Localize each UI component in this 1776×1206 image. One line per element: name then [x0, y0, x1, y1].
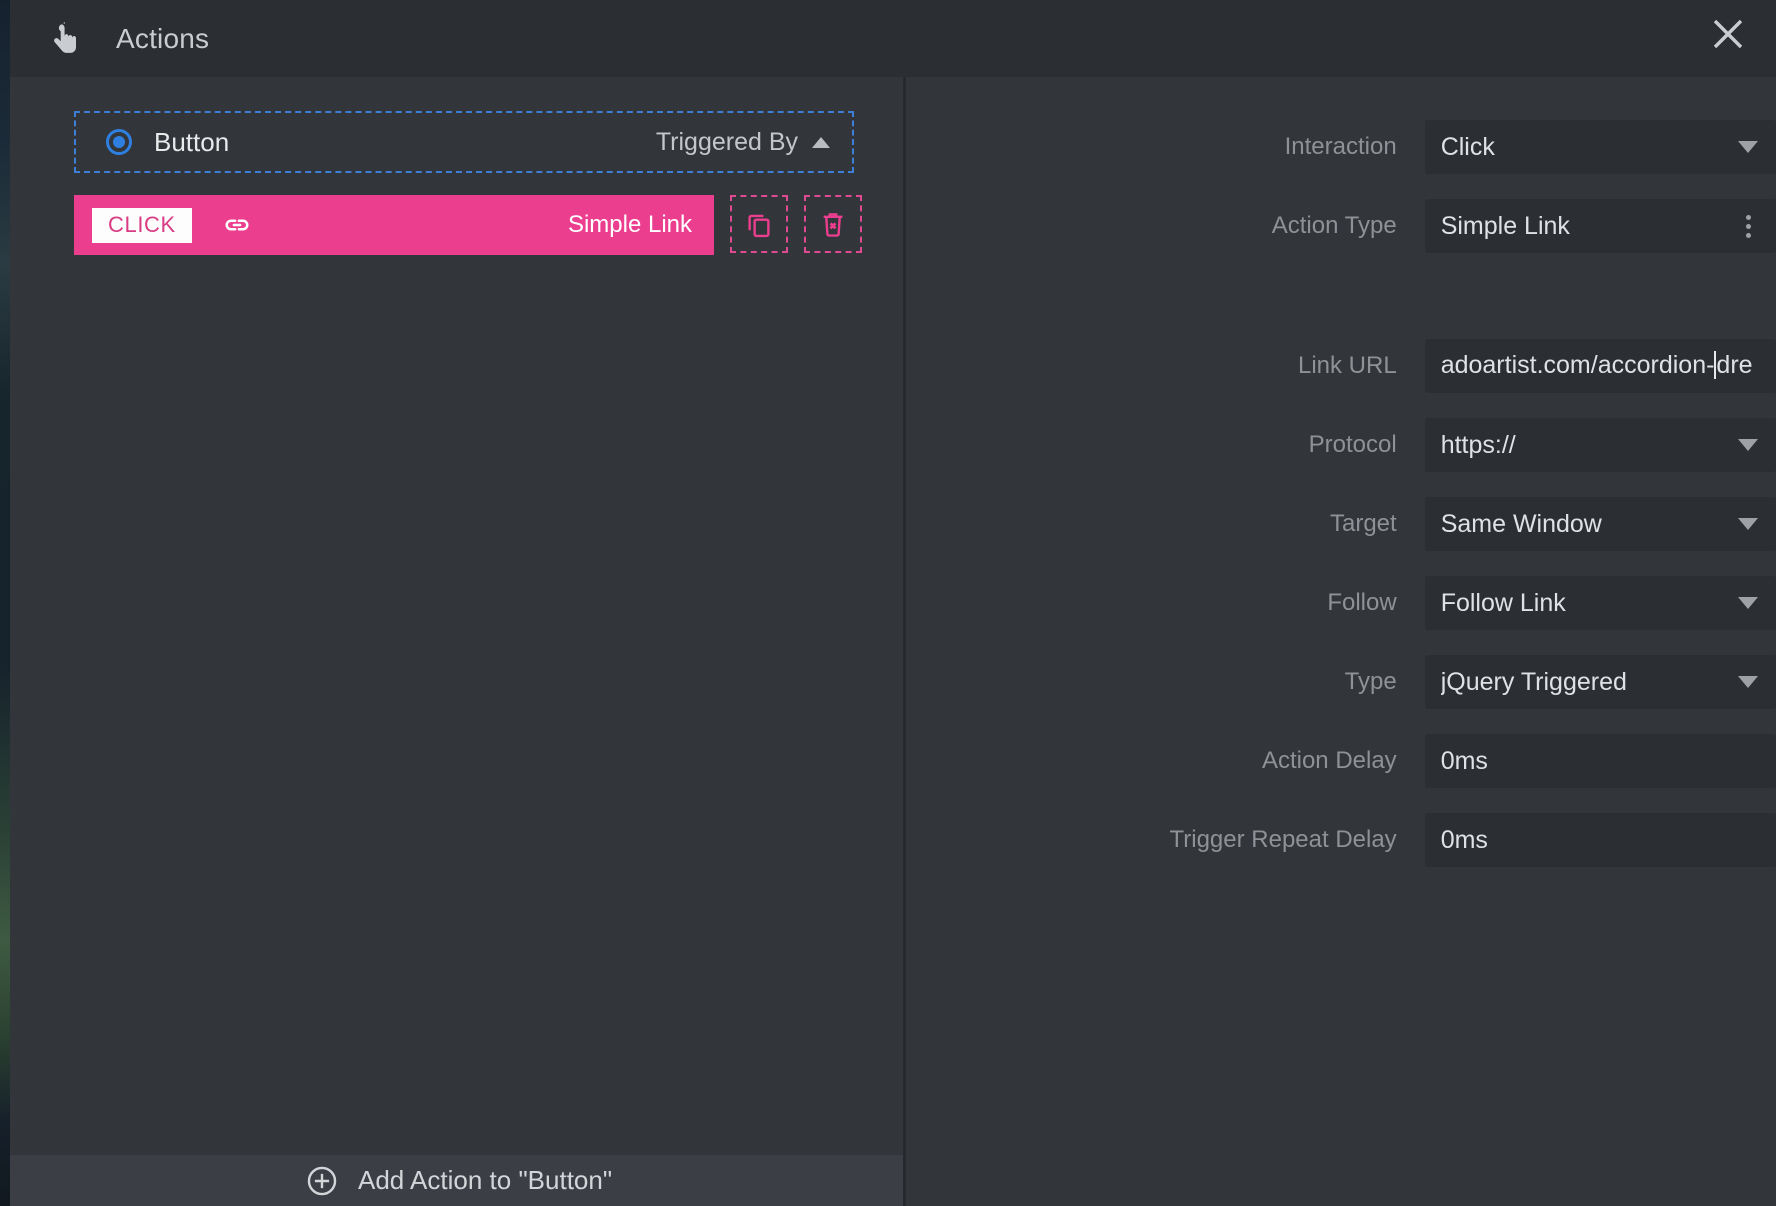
action-type-select[interactable]: Simple Link — [1424, 199, 1776, 253]
action-row[interactable]: CLICK Simple Link — [74, 195, 714, 255]
kebab-menu-icon[interactable] — [1720, 199, 1776, 253]
field-row-target: Target Same Window — [906, 497, 1776, 551]
field-row-type: Type jQuery Triggered — [906, 655, 1776, 709]
link-url-value: adoartist.com/accordion-dre — [1440, 350, 1753, 381]
field-row-protocol: Protocol https:// — [906, 418, 1776, 472]
interaction-select[interactable]: Click — [1424, 120, 1776, 174]
chevron-down-icon[interactable] — [1720, 418, 1776, 472]
field-row-interaction: Interaction Click — [906, 120, 1776, 174]
action-type-value: Simple Link — [1440, 211, 1570, 240]
trigger-repeat-delay-input[interactable]: 0ms — [1424, 813, 1776, 867]
field-row-follow: Follow Follow Link — [906, 576, 1776, 630]
action-settings-pane: Interaction Click Action Type Simple Lin… — [906, 77, 1776, 1206]
chevron-down-icon[interactable] — [1720, 576, 1776, 630]
field-label-trigger-repeat-delay: Trigger Repeat Delay — [1169, 826, 1397, 853]
field-label-type: Type — [1344, 668, 1397, 695]
modal-header: Actions — [10, 0, 1776, 77]
triggered-by-label: Triggered By — [655, 127, 798, 156]
copy-icon[interactable] — [730, 195, 788, 253]
triggered-by-toggle[interactable]: Triggered By — [656, 128, 830, 157]
field-row-trigger-repeat-delay: Trigger Repeat Delay 0ms — [906, 813, 1776, 867]
type-value: jQuery Triggered — [1440, 667, 1627, 696]
action-type-tag: Simple Link — [567, 211, 692, 238]
trigger-group-button[interactable]: Button Triggered By — [74, 111, 854, 173]
link-url-input[interactable]: adoartist.com/accordion-dre — [1424, 339, 1776, 393]
tap-hand-icon — [48, 19, 82, 59]
radio-selected-icon[interactable] — [106, 129, 132, 155]
trigger-repeat-delay-value: 0ms — [1440, 825, 1488, 854]
caret-up-icon — [812, 136, 830, 148]
add-action-button[interactable]: Add Action to "Button" — [10, 1155, 903, 1206]
trash-delete-icon[interactable] — [804, 195, 862, 253]
field-label-target: Target — [1329, 510, 1397, 537]
page-background-sliver — [0, 0, 10, 1206]
actions-list-pane: Button Triggered By CLICK Simple Link Ad… — [10, 77, 903, 1206]
interaction-badge: CLICK — [92, 207, 192, 243]
add-action-label: Add Action to "Button" — [358, 1165, 613, 1195]
link-icon — [222, 210, 252, 240]
field-row-link-url: Link URL adoartist.com/accordion-dre — [906, 339, 1776, 393]
close-icon[interactable] — [1698, 4, 1758, 64]
field-row-action-type: Action Type Simple Link — [906, 199, 1776, 253]
field-label-link-url: Link URL — [1297, 352, 1397, 379]
field-label-follow: Follow — [1327, 589, 1397, 616]
field-row-action-delay: Action Delay 0ms — [906, 734, 1776, 788]
follow-value: Follow Link — [1440, 588, 1566, 617]
protocol-select[interactable]: https:// — [1424, 418, 1776, 472]
field-label-interaction: Interaction — [1284, 133, 1397, 160]
follow-select[interactable]: Follow Link — [1424, 576, 1776, 630]
type-select[interactable]: jQuery Triggered — [1424, 655, 1776, 709]
actions-modal: Actions Button Triggered By CLICK Simple… — [10, 0, 1776, 1206]
target-select[interactable]: Same Window — [1424, 497, 1776, 551]
field-label-action-type: Action Type — [1271, 212, 1397, 239]
trigger-group-label: Button — [154, 126, 230, 157]
chevron-down-icon[interactable] — [1720, 120, 1776, 174]
link-url-text-tail: dre — [1716, 350, 1753, 379]
plus-circle-icon — [304, 1163, 340, 1199]
field-label-protocol: Protocol — [1308, 431, 1397, 458]
action-delay-input[interactable]: 0ms — [1424, 734, 1776, 788]
modal-body: Button Triggered By CLICK Simple Link Ad… — [10, 77, 1776, 1206]
interaction-value: Click — [1440, 132, 1495, 161]
link-url-text: adoartist.com/accordion- — [1440, 350, 1715, 379]
action-delay-value: 0ms — [1440, 746, 1488, 775]
action-row-container: CLICK Simple Link — [74, 195, 864, 255]
chevron-down-icon[interactable] — [1720, 497, 1776, 551]
page-title: Actions — [116, 22, 210, 54]
field-label-action-delay: Action Delay — [1261, 747, 1397, 774]
protocol-value: https:// — [1440, 430, 1516, 459]
chevron-down-icon[interactable] — [1720, 655, 1776, 709]
text-cursor — [1714, 350, 1717, 380]
target-value: Same Window — [1440, 509, 1602, 538]
